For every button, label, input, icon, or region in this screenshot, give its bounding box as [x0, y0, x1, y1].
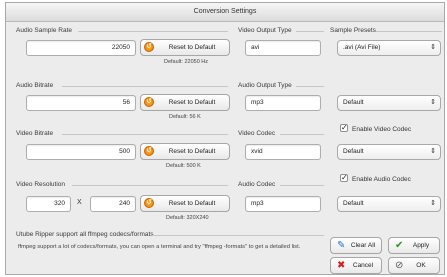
- reset-video-resolution-button[interactable]: ↺ Reset to Default: [140, 195, 230, 212]
- audio-codec-input[interactable]: mp3: [245, 196, 321, 212]
- audio-codec-preset-select[interactable]: Default ⇕: [337, 196, 441, 212]
- divider: [78, 31, 228, 32]
- reset-icon: ↺: [144, 198, 154, 208]
- reset-label: Reset to Default: [168, 44, 216, 51]
- audio-output-type-input[interactable]: mp3: [245, 95, 321, 111]
- reset-label: Reset to Default: [168, 99, 216, 106]
- ok-button[interactable]: ⊘ OK: [388, 257, 440, 274]
- video-bitrate-input[interactable]: 500: [26, 144, 136, 160]
- video-codec-preset-select[interactable]: Default ⇕: [337, 144, 441, 160]
- divider: [296, 31, 324, 32]
- divider: [280, 134, 324, 135]
- enable-video-codec-checkbox[interactable]: ✓ Enable Video Codec: [340, 123, 412, 135]
- video-output-type-input[interactable]: avi: [245, 40, 321, 56]
- video-output-type-title: Video Output Type: [238, 27, 292, 34]
- cancel-button[interactable]: ✖ Cancel: [330, 257, 382, 274]
- audio-output-preset-select[interactable]: Default ⇕: [337, 95, 441, 111]
- enable-audio-codec-label: Enable Audio Codec: [352, 176, 411, 183]
- divider: [296, 86, 324, 87]
- enable-audio-codec-checkbox[interactable]: ✓ Enable Audio Codec: [340, 173, 411, 185]
- reset-icon: ↺: [144, 42, 154, 52]
- video-resolution-default: Default: 320X240: [166, 215, 209, 221]
- resolution-separator: X: [77, 199, 82, 206]
- divider: [62, 134, 228, 135]
- video-codec-preset-value: Default: [343, 148, 364, 155]
- sample-presets-title: Sample Presets: [330, 27, 376, 34]
- updown-arrows-icon: ⇕: [430, 148, 436, 155]
- audio-bitrate-default: Default: 56 K: [169, 114, 201, 120]
- audio-codec-title: Audio Codec: [238, 181, 276, 188]
- divider: [280, 185, 324, 186]
- ok-label: OK: [416, 262, 426, 269]
- audio-output-preset-value: Default: [343, 99, 364, 106]
- audio-codec-preset-value: Default: [343, 200, 364, 207]
- reset-label: Reset to Default: [168, 200, 216, 207]
- info-text: ffmpeg support a lot of codecs/formats, …: [18, 244, 301, 250]
- window-title: Conversion Settings: [6, 3, 444, 22]
- divider: [62, 86, 228, 87]
- checkbox-checked-icon: ✓: [340, 123, 348, 133]
- conversion-settings-window: Conversion Settings Audio Sample Rate 22…: [5, 2, 445, 275]
- updown-arrows-icon: ⇕: [430, 44, 436, 51]
- enable-video-codec-label: Enable Video Codec: [352, 126, 412, 133]
- video-width-input[interactable]: 320: [26, 196, 71, 212]
- audio-sample-rate-title: Audio Sample Rate: [16, 27, 73, 34]
- clear-all-label: Clear All: [350, 242, 376, 249]
- audio-bitrate-title: Audio Bitrate: [16, 82, 54, 89]
- video-codec-title: Video Codec: [238, 130, 276, 137]
- info-title: Utube Ripper support all ffmpeg codecs/f…: [16, 231, 154, 238]
- video-bitrate-title: Video Bitrate: [16, 130, 54, 137]
- updown-arrows-icon: ⇕: [430, 99, 436, 106]
- reset-audio-sample-rate-button[interactable]: ↺ Reset to Default: [140, 39, 230, 56]
- clear-all-button[interactable]: ✎ Clear All: [330, 237, 382, 254]
- sample-presets-select[interactable]: .avi (Avi File) ⇕: [337, 40, 441, 56]
- video-resolution-title: Video Resolution: [16, 181, 66, 188]
- updown-arrows-icon: ⇕: [430, 200, 436, 207]
- video-height-input[interactable]: 240: [90, 196, 136, 212]
- reset-audio-bitrate-button[interactable]: ↺ Reset to Default: [140, 94, 230, 111]
- divider: [376, 31, 442, 32]
- reset-icon: ↺: [144, 97, 154, 107]
- reset-label: Reset to Default: [168, 148, 216, 155]
- audio-sample-rate-input[interactable]: 22050: [26, 40, 136, 56]
- apply-button[interactable]: ✔ Apply: [388, 237, 440, 254]
- reset-video-bitrate-button[interactable]: ↺ Reset to Default: [140, 143, 230, 160]
- audio-output-type-title: Audio Output Type: [238, 82, 292, 89]
- divider: [72, 185, 228, 186]
- video-bitrate-default: Default: 500 K: [166, 163, 201, 169]
- video-codec-input[interactable]: xvid: [245, 144, 321, 160]
- cancel-label: Cancel: [352, 262, 374, 269]
- apply-label: Apply: [412, 242, 430, 249]
- audio-bitrate-input[interactable]: 56: [26, 95, 136, 111]
- audio-sample-rate-default: Default: 22050 Hz: [164, 59, 209, 65]
- divider: [152, 235, 324, 236]
- reset-icon: ↺: [144, 146, 154, 156]
- checkbox-checked-icon: ✓: [340, 173, 348, 183]
- sample-presets-value: .avi (Avi File): [343, 44, 381, 51]
